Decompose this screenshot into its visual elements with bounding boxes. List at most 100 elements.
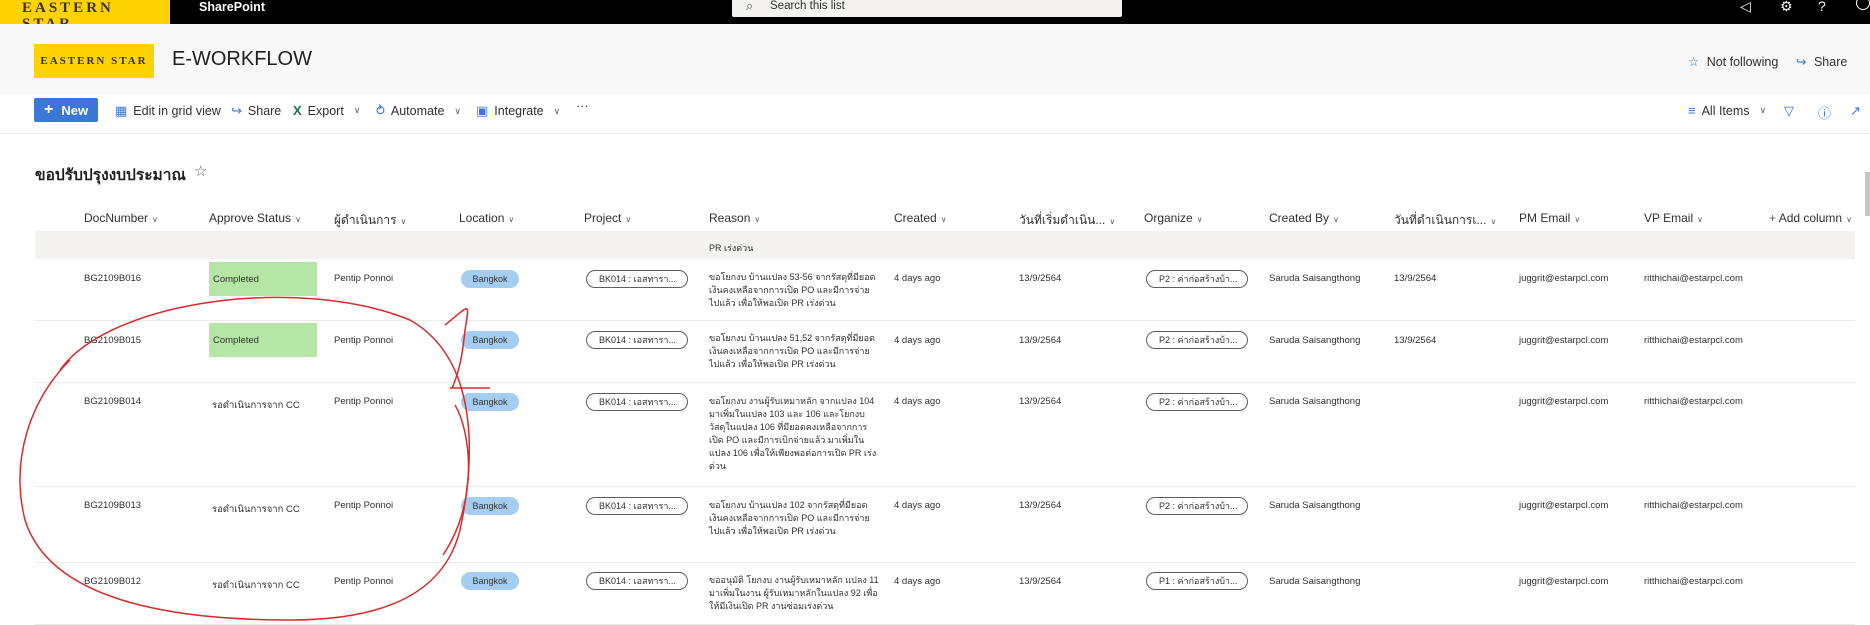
avatar[interactable] xyxy=(1856,0,1870,10)
view-label: All Items xyxy=(1701,103,1750,118)
table-row-partial[interactable] xyxy=(35,231,1855,259)
follow-button[interactable]: ☆ Not following xyxy=(1688,54,1778,69)
edit-grid-button[interactable]: ▦ Edit in grid view xyxy=(115,103,221,119)
vp-email-cell[interactable]: ritthichai@estarpcl.com xyxy=(1644,576,1743,587)
reason-cell: ขอโยกงบ บ้านแปลง 102 จากรัสดุที่มียอดเงิ… xyxy=(709,500,870,536)
project-pill: BK014 : เอสทารา... xyxy=(586,270,688,288)
location-pill: Bangkok xyxy=(461,497,519,515)
info-icon[interactable]: ⓘ xyxy=(1818,103,1831,122)
doc-number[interactable]: BG2109B012 xyxy=(84,576,141,587)
created-by-cell: Saruda Saisangthong xyxy=(1269,335,1361,346)
column-label: Add column xyxy=(1778,211,1843,225)
created-by-cell: Saruda Saisangthong xyxy=(1269,576,1361,587)
follow-label: Not following xyxy=(1706,55,1779,69)
start-date-cell: 13/9/2564 xyxy=(1019,500,1062,511)
suite-logo[interactable]: EASTERN STAR xyxy=(0,0,170,24)
app-name[interactable]: SharePoint xyxy=(199,0,265,14)
site-header: EASTERN STAR E-WORKFLOW ☆ Not following … xyxy=(0,24,1870,94)
new-label: New xyxy=(61,102,89,118)
chevron-down-icon: ∨ xyxy=(940,215,947,224)
vp-email-cell[interactable]: ritthichai@estarpcl.com xyxy=(1644,273,1743,284)
integrate-button[interactable]: ▣ Integrate ∨ xyxy=(476,103,560,119)
project-pill: BK014 : เอสทารา... xyxy=(586,572,688,590)
operator: Pentip Ponnoi xyxy=(334,576,394,587)
filter-icon[interactable]: ▽ xyxy=(1784,103,1794,119)
site-logo[interactable]: EASTERN STAR xyxy=(34,44,154,78)
location-pill: Bangkok xyxy=(461,270,519,288)
search-icon: ⌕ xyxy=(746,0,754,13)
pm-email-cell[interactable]: juggrit@estarpcl.com xyxy=(1519,273,1608,284)
table-row[interactable] xyxy=(35,563,1855,625)
chevron-down-icon: ∨ xyxy=(152,215,158,224)
column-header-organize[interactable]: Organize ∨ xyxy=(1144,211,1203,225)
share-button[interactable]: ↪ Share xyxy=(231,103,281,119)
site-title[interactable]: E-WORKFLOW xyxy=(172,48,312,71)
column-header-done-date[interactable]: วันที่ดำเนินการเ... ∨ xyxy=(1394,211,1496,230)
created-by-cell: Saruda Saisangthong xyxy=(1269,396,1361,407)
table-row[interactable] xyxy=(35,487,1855,563)
column-header-pm-email[interactable]: PM Email ∨ xyxy=(1519,211,1580,225)
start-date-cell: 13/9/2564 xyxy=(1019,576,1062,587)
approve-status: Completed xyxy=(209,323,317,357)
share-label: Share xyxy=(247,104,282,118)
view-selector[interactable]: ≡ All Items ∨ xyxy=(1688,103,1766,118)
doc-number[interactable]: BG2109B016 xyxy=(84,273,141,284)
vp-email-cell[interactable]: ritthichai@estarpcl.com xyxy=(1644,335,1743,346)
chevron-down-icon: ∨ xyxy=(454,105,461,116)
megaphone-icon[interactable]: ◁ xyxy=(1740,0,1751,15)
column-header-created[interactable]: Created ∨ xyxy=(894,211,947,225)
done-date-cell: 13/9/2564 xyxy=(1394,273,1437,284)
column-header-reason[interactable]: Reason ∨ xyxy=(709,211,760,225)
favorite-star-icon[interactable]: ☆ xyxy=(194,162,207,180)
export-button[interactable]: X Export ∨ xyxy=(293,103,360,118)
pm-email-cell[interactable]: juggrit@estarpcl.com xyxy=(1519,500,1608,511)
column-header-docnumber[interactable]: DocNumber ∨ xyxy=(84,211,158,225)
chevron-down-icon: ∨ xyxy=(1574,215,1581,224)
column-header-location[interactable]: Location ∨ xyxy=(459,211,514,225)
column-label: วันที่ดำเนินการเ... xyxy=(1394,213,1487,227)
column-header-operator[interactable]: ผู้ดำเนินการ ∨ xyxy=(334,211,406,230)
vertical-scrollbar[interactable] xyxy=(1865,172,1870,216)
organize-pill: P2 : ค่าก่อสร้างบ้า... xyxy=(1146,497,1248,515)
chevron-down-icon: ∨ xyxy=(1109,217,1116,226)
share-site-button[interactable]: ↪ Share xyxy=(1796,54,1847,69)
column-header-created-by[interactable]: Created By ∨ xyxy=(1269,211,1339,225)
edit-grid-label: Edit in grid view xyxy=(133,104,221,118)
vp-email-cell[interactable]: ritthichai@estarpcl.com xyxy=(1644,500,1743,511)
chevron-down-icon: ∨ xyxy=(295,215,301,224)
chevron-down-icon: ∨ xyxy=(508,215,515,224)
share-label: Share xyxy=(1813,55,1848,69)
export-label: Export xyxy=(307,103,344,118)
help-icon[interactable]: ? xyxy=(1818,0,1826,14)
pm-email-cell[interactable]: juggrit@estarpcl.com xyxy=(1519,576,1608,587)
add-column-button[interactable]: + Add column ∨ xyxy=(1769,211,1852,225)
list-title[interactable]: ขอปรับปรุงงบประมาณ xyxy=(35,162,186,187)
column-header-project[interactable]: Project ∨ xyxy=(584,211,631,225)
expand-icon[interactable]: ↗ xyxy=(1850,103,1861,119)
created-cell: 4 days ago xyxy=(894,273,941,284)
doc-number[interactable]: BG2109B013 xyxy=(84,500,141,511)
automate-button[interactable]: ⥁ Automate ∨ xyxy=(376,103,461,119)
chevron-down-icon: ∨ xyxy=(1759,105,1767,115)
automate-label: Automate xyxy=(390,104,445,118)
chevron-down-icon: ∨ xyxy=(1846,215,1852,224)
approve-status: รอดำเนินการจาก CC xyxy=(212,400,300,411)
column-header-vp-email[interactable]: VP Email ∨ xyxy=(1644,211,1703,225)
doc-number[interactable]: BG2109B014 xyxy=(84,396,141,407)
search-input[interactable]: ⌕ Search this list xyxy=(732,0,1122,17)
column-header-start-date[interactable]: วันที่เริ่มดำเนิน... ∨ xyxy=(1019,211,1115,230)
chevron-down-icon: ∨ xyxy=(400,217,407,226)
new-button[interactable]: + New xyxy=(34,98,98,122)
chevron-down-icon: ∨ xyxy=(1697,215,1703,224)
column-header-approve-status[interactable]: Approve Status ∨ xyxy=(209,211,301,225)
doc-number[interactable]: BG2109B015 xyxy=(84,335,141,346)
pm-email-cell[interactable]: juggrit@estarpcl.com xyxy=(1519,396,1608,407)
reason-cell: ขออนุมัติ โยกงบ งานผู้รับเหมาหลัก แปลง 1… xyxy=(709,575,879,611)
gear-icon[interactable]: ⚙ xyxy=(1780,0,1793,15)
project-pill: BK014 : เอสทารา... xyxy=(586,497,688,515)
vp-email-cell[interactable]: ritthichai@estarpcl.com xyxy=(1644,396,1743,407)
chevron-down-icon: ∨ xyxy=(754,215,761,224)
column-label: วันที่เริ่มดำเนิน... xyxy=(1019,213,1106,227)
more-button[interactable]: ··· xyxy=(576,99,589,113)
pm-email-cell[interactable]: juggrit@estarpcl.com xyxy=(1519,335,1608,346)
